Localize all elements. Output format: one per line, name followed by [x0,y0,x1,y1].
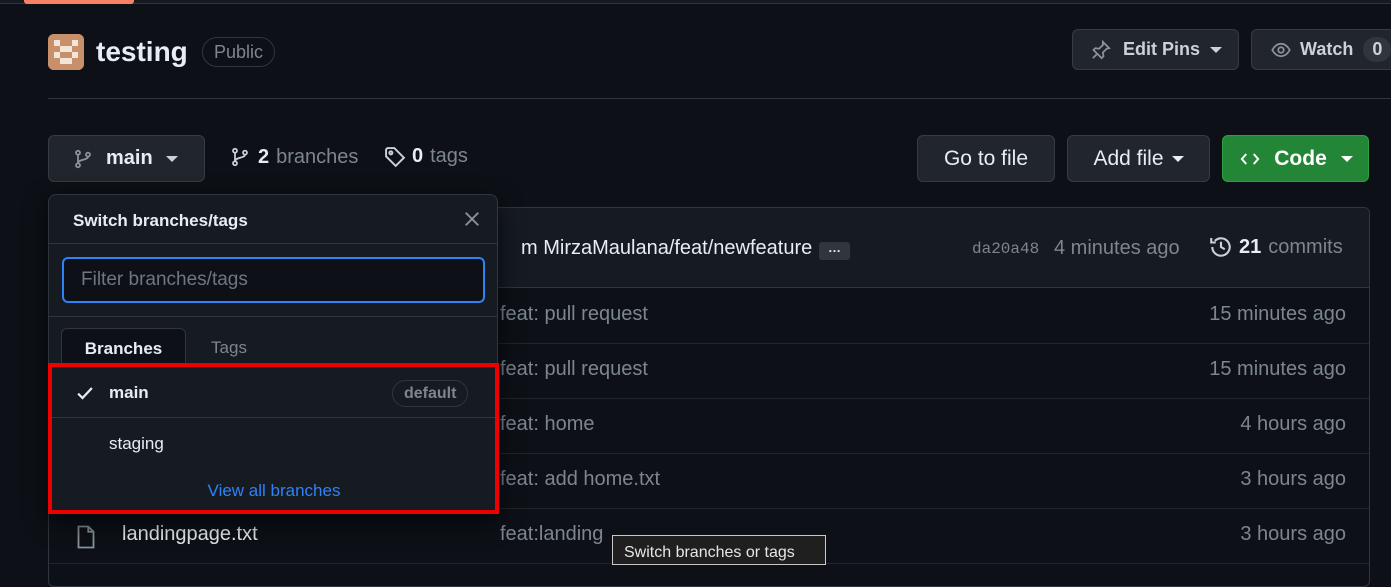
code-icon [1238,149,1262,169]
edit-pins-label: Edit Pins [1123,39,1201,59]
watch-button[interactable]: Watch 0 [1251,29,1391,70]
code-label: Code [1274,146,1327,170]
watch-count: 0 [1363,37,1391,62]
branches-link[interactable]: 2 branches [230,145,358,169]
file-commit-message[interactable]: feat:landing [500,523,603,546]
pin-icon [1091,39,1111,60]
file-icon [77,525,95,549]
commit-sha-link[interactable]: da20a48 [972,240,1039,258]
tab-branches[interactable]: Branches [61,328,186,366]
branch-switcher-dropdown: Switch branches/tags Branches Tags main … [48,194,498,514]
branch-count: 2 [258,145,270,168]
branch-selector-button[interactable]: main [48,135,205,182]
branch-item-staging[interactable]: staging [49,419,497,469]
tab-tags[interactable]: Tags [189,328,269,366]
repo-owner-avatar[interactable] [48,34,84,70]
commit-expand-button[interactable]: … [819,241,850,260]
top-nav-bar [0,0,1391,4]
watch-label: Watch [1300,39,1354,59]
edit-pins-button[interactable]: Edit Pins [1072,29,1239,70]
code-button[interactable]: Code [1222,135,1369,182]
go-to-file-button[interactable]: Go to file [917,135,1055,182]
tooltip: Switch branches or tags [612,535,826,565]
tag-icon [384,146,406,168]
commits-label: commits [1268,235,1343,258]
branch-name: main [109,383,149,402]
branches-label: branches [276,145,359,168]
dropdown-title: Switch branches/tags [73,211,248,230]
chevron-down-icon [1340,155,1353,162]
current-branch-label: main [106,147,153,169]
tags-link[interactable]: 0 tags [384,145,468,168]
chevron-down-icon [1171,155,1184,162]
git-branch-icon [230,145,250,169]
commit-age: 4 minutes ago [1054,237,1180,259]
file-name-link[interactable]: landingpage.txt [122,523,258,546]
check-icon [75,383,95,403]
file-commit-age: 15 minutes ago [1209,358,1346,380]
file-commit-age: 3 hours ago [1240,523,1346,545]
file-commit-message[interactable]: feat: pull request [500,303,648,326]
header-divider [48,98,1391,99]
tags-label: tags [430,145,468,167]
chevron-down-icon [165,155,178,162]
file-commit-age: 15 minutes ago [1209,303,1346,325]
divider [49,366,497,367]
file-commit-message[interactable]: feat: add home.txt [500,468,660,491]
close-icon[interactable] [462,209,482,229]
file-commit-age: 4 hours ago [1240,413,1346,435]
filter-branches-input[interactable] [62,257,485,303]
history-icon [1209,235,1233,259]
active-tab-underline [24,0,134,4]
divider [49,243,497,244]
divider [49,316,497,317]
repo-name-link[interactable]: testing [96,34,188,70]
add-file-button[interactable]: Add file [1067,135,1210,182]
branch-name: staging [109,434,164,453]
add-file-label: Add file [1093,146,1164,170]
default-badge: default [392,380,469,407]
file-commit-message[interactable]: feat: home [500,413,595,436]
chevron-down-icon [1210,46,1223,53]
view-all-branches-link[interactable]: View all branches [49,481,497,501]
eye-icon [1270,40,1292,60]
branch-item-main[interactable]: main default [49,368,497,418]
visibility-badge: Public [202,37,276,67]
commits-count: 21 [1239,235,1262,258]
file-commit-age: 3 hours ago [1240,468,1346,490]
tag-count: 0 [412,145,424,167]
file-commit-message[interactable]: feat: pull request [500,358,648,381]
git-branch-icon [73,148,93,170]
commits-history-link[interactable]: 21 commits [1209,235,1343,259]
commit-message-link[interactable]: m MirzaMaulana/feat/newfeature [521,237,812,260]
